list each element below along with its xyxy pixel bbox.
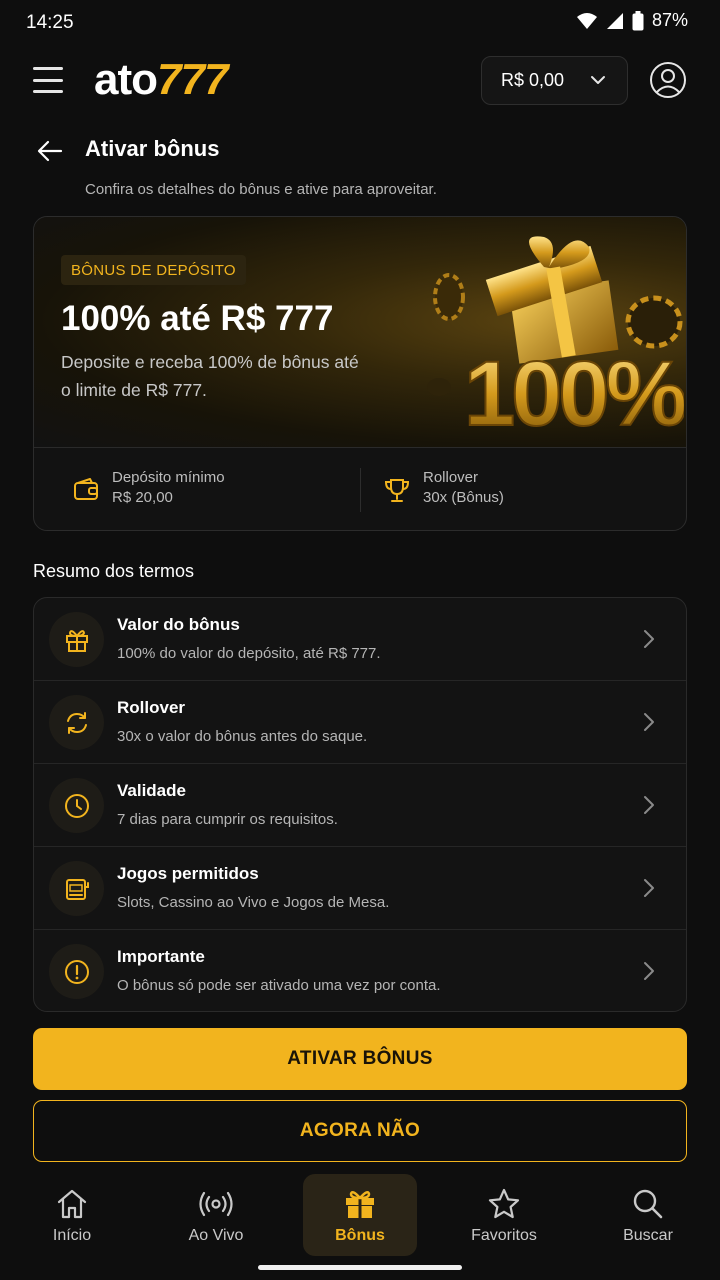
chevron-down-icon: [591, 76, 605, 84]
status-icons: 87%: [576, 10, 688, 31]
rollover-label: Rollover: [423, 469, 479, 486]
nav-item-live[interactable]: Ao Vivo: [144, 1170, 288, 1256]
nav-item-home[interactable]: Início: [0, 1170, 144, 1256]
menu-icon: [33, 67, 63, 70]
term-row-rollover[interactable]: Rollover 30x o valor do bônus antes do s…: [34, 681, 686, 764]
rollover-value: 30x (Bônus): [423, 489, 504, 506]
nav-label: Bônus: [335, 1227, 385, 1244]
logo[interactable]: ato777: [94, 55, 228, 104]
term-title: Rollover: [117, 698, 186, 717]
nav-label: Início: [52, 1227, 92, 1244]
live-icon: [199, 1191, 233, 1217]
promo-headline: 100% até R$ 777: [61, 299, 334, 338]
battery-percent: 87%: [651, 10, 688, 30]
nav-label: Favoritos: [471, 1227, 537, 1244]
min-deposit: Depósito mínimo R$ 20,00: [72, 468, 225, 508]
wifi-icon: [576, 12, 597, 29]
gift-100-percent-illustration: 100%: [427, 236, 684, 442]
chevron-right-icon: [644, 713, 654, 731]
rollover-meta: Rollover 30x (Bônus): [383, 468, 504, 508]
term-desc: Slots, Cassino ao Vivo e Jogos de Mesa.: [117, 894, 390, 911]
refresh-icon: [66, 711, 87, 734]
term-row-validity[interactable]: Validade 7 dias para cumprir os requisit…: [34, 764, 686, 847]
term-row-allowed-games[interactable]: Jogos permitidos Slots, Cassino ao Vivo …: [34, 847, 686, 930]
chevron-right-icon: [644, 962, 654, 980]
logo-text: ato: [94, 55, 158, 104]
wallet-icon: [74, 478, 98, 500]
nav-item-bonus[interactable]: Bônus: [288, 1170, 432, 1256]
trophy-icon: [384, 479, 410, 502]
term-desc: 7 dias para cumprir os requisitos.: [117, 811, 338, 828]
signal-icon: [606, 12, 623, 29]
chevron-right-icon: [644, 630, 654, 648]
search-icon: [633, 1189, 663, 1219]
slot-machine-icon: [65, 878, 89, 900]
nav-item-search[interactable]: Buscar: [576, 1170, 720, 1256]
balance-dropdown[interactable]: R$ 0,00: [481, 56, 628, 105]
star-icon: [488, 1188, 520, 1219]
min-deposit-value: R$ 20,00: [112, 489, 173, 506]
promo-art-text: 100%: [464, 343, 684, 442]
balance-value: R$ 0,00: [501, 70, 565, 90]
alert-icon: [64, 959, 89, 984]
menu-button[interactable]: [33, 67, 63, 93]
back-arrow-icon[interactable]: [36, 137, 64, 165]
chevron-right-icon: [644, 796, 654, 814]
promo-description: Deposite e receba 100% de bônus até o li…: [61, 352, 359, 400]
logo-number: 777: [157, 55, 228, 104]
page-title: Ativar bônus: [85, 136, 220, 161]
nav-label: Buscar: [623, 1227, 673, 1244]
nav-item-favorites[interactable]: Favoritos: [432, 1170, 576, 1256]
terms-list: Valor do bônus 100% do valor do depósito…: [33, 597, 687, 1012]
term-title: Valor do bônus: [117, 615, 240, 634]
gift-icon: [65, 629, 88, 652]
promo-hero: BÔNUS DE DEPÓSITO 100% até R$ 777 Deposi…: [34, 217, 686, 447]
status-time: 14:25: [26, 12, 74, 33]
not-now-button[interactable]: AGORA NÃO: [33, 1100, 687, 1162]
term-row-bonus-value[interactable]: Valor do bônus 100% do valor do depósito…: [34, 598, 686, 681]
activate-bonus-button[interactable]: ATIVAR BÔNUS: [33, 1028, 687, 1090]
nav-label: Ao Vivo: [188, 1227, 244, 1244]
term-desc: O bônus só pode ser ativado uma vez por …: [117, 977, 441, 994]
bottom-nav: Início Ao Vivo Bônus Favoritos Buscar: [0, 1170, 720, 1280]
term-desc: 30x o valor do bônus antes do saque.: [117, 728, 368, 745]
user-account-icon[interactable]: [649, 61, 687, 99]
term-title: Jogos permitidos: [117, 864, 259, 883]
page-subtitle: Confira os detalhes do bônus e ative par…: [85, 181, 437, 198]
home-indicator[interactable]: [258, 1265, 462, 1270]
promo-badge: BÔNUS DE DEPÓSITO: [61, 255, 246, 285]
term-title: Validade: [117, 781, 186, 800]
promo-meta: Depósito mínimo R$ 20,00 Rollover 30x (B…: [34, 448, 686, 530]
term-title: Importante: [117, 947, 205, 966]
bonus-promo-card: BÔNUS DE DEPÓSITO 100% até R$ 777 Deposi…: [33, 216, 687, 531]
clock-icon: [64, 793, 89, 818]
home-icon: [57, 1189, 87, 1219]
term-desc: 100% do valor do depósito, até R$ 777.: [117, 645, 381, 662]
terms-heading: Resumo dos termos: [33, 561, 195, 581]
min-deposit-label: Depósito mínimo: [112, 469, 225, 486]
battery-icon: [632, 10, 644, 30]
chevron-right-icon: [644, 879, 654, 897]
gift-icon: [346, 1190, 374, 1218]
term-row-important[interactable]: Importante O bônus só pode ser ativado u…: [34, 930, 686, 1011]
